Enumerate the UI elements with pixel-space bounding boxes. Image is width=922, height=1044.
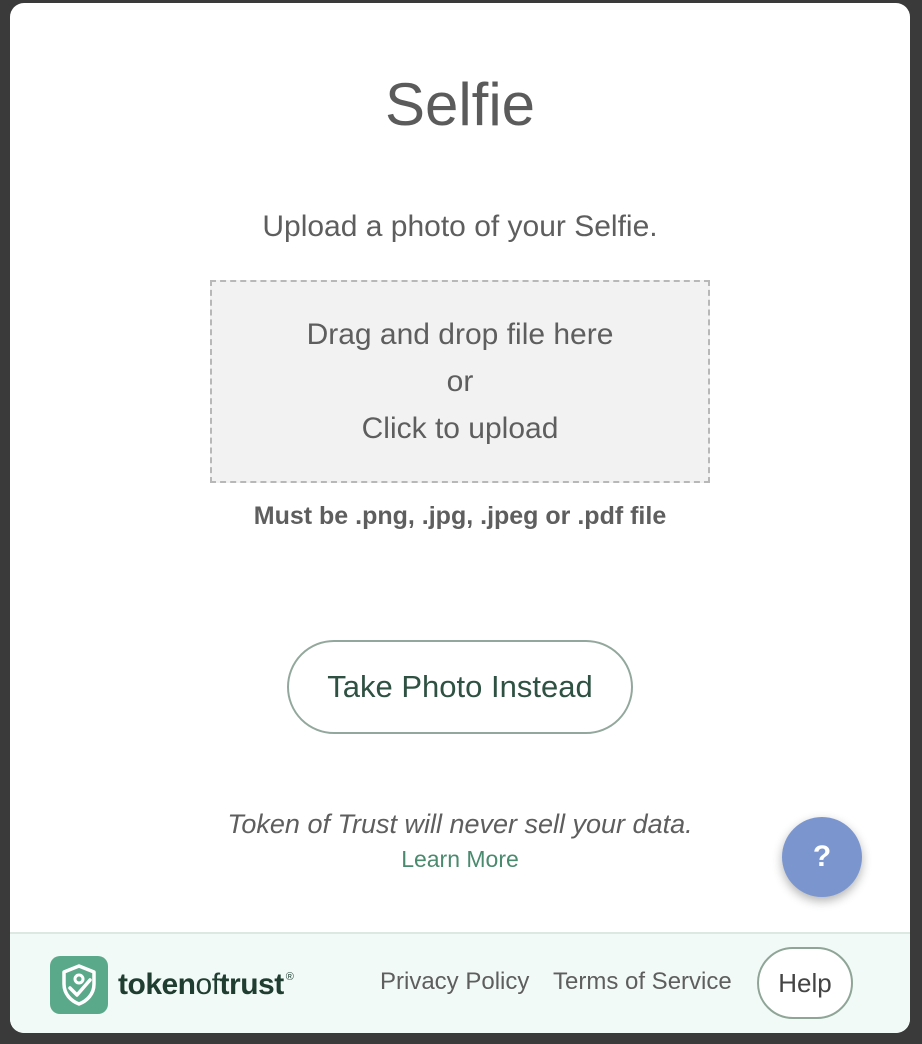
file-dropzone[interactable]: Drag and drop file here or Click to uplo… bbox=[210, 280, 710, 483]
file-type-hint: Must be .png, .jpg, .jpeg or .pdf file bbox=[253, 502, 667, 530]
page-subtitle: Upload a photo of your Selfie. bbox=[262, 210, 658, 243]
question-mark-icon: ? bbox=[812, 840, 832, 873]
brand-logo-lockup: token of trust ® bbox=[50, 956, 294, 1014]
take-photo-button[interactable]: Take Photo Instead bbox=[287, 640, 633, 734]
privacy-policy-link[interactable]: Privacy Policy bbox=[380, 966, 529, 998]
help-button[interactable]: Help bbox=[757, 947, 853, 1019]
learn-more-link[interactable]: Learn More bbox=[10, 843, 910, 875]
dropzone-drag-text: Drag and drop file here bbox=[306, 318, 614, 351]
brand-token: token bbox=[118, 968, 196, 1001]
upload-modal: Selfie Upload a photo of your Selfie. Dr… bbox=[10, 3, 910, 1033]
shield-check-icon bbox=[50, 956, 108, 1014]
footer: token of trust ® Privacy Policy Terms of Se… bbox=[10, 932, 910, 1033]
registered-mark: ® bbox=[285, 971, 294, 983]
page-title: Selfie bbox=[384, 71, 536, 138]
brand-of: of bbox=[195, 968, 221, 1001]
terms-of-service-link[interactable]: Terms of Service bbox=[553, 966, 732, 998]
help-fab-button[interactable]: ? bbox=[782, 817, 862, 897]
brand-trust: trust bbox=[219, 968, 285, 1001]
dropzone-click-text: Click to upload bbox=[361, 412, 559, 445]
dropzone-or-text: or bbox=[446, 365, 474, 398]
privacy-note: Token of Trust will never sell your data… bbox=[227, 809, 693, 839]
brand-wordmark: token of trust ® bbox=[118, 968, 294, 1002]
